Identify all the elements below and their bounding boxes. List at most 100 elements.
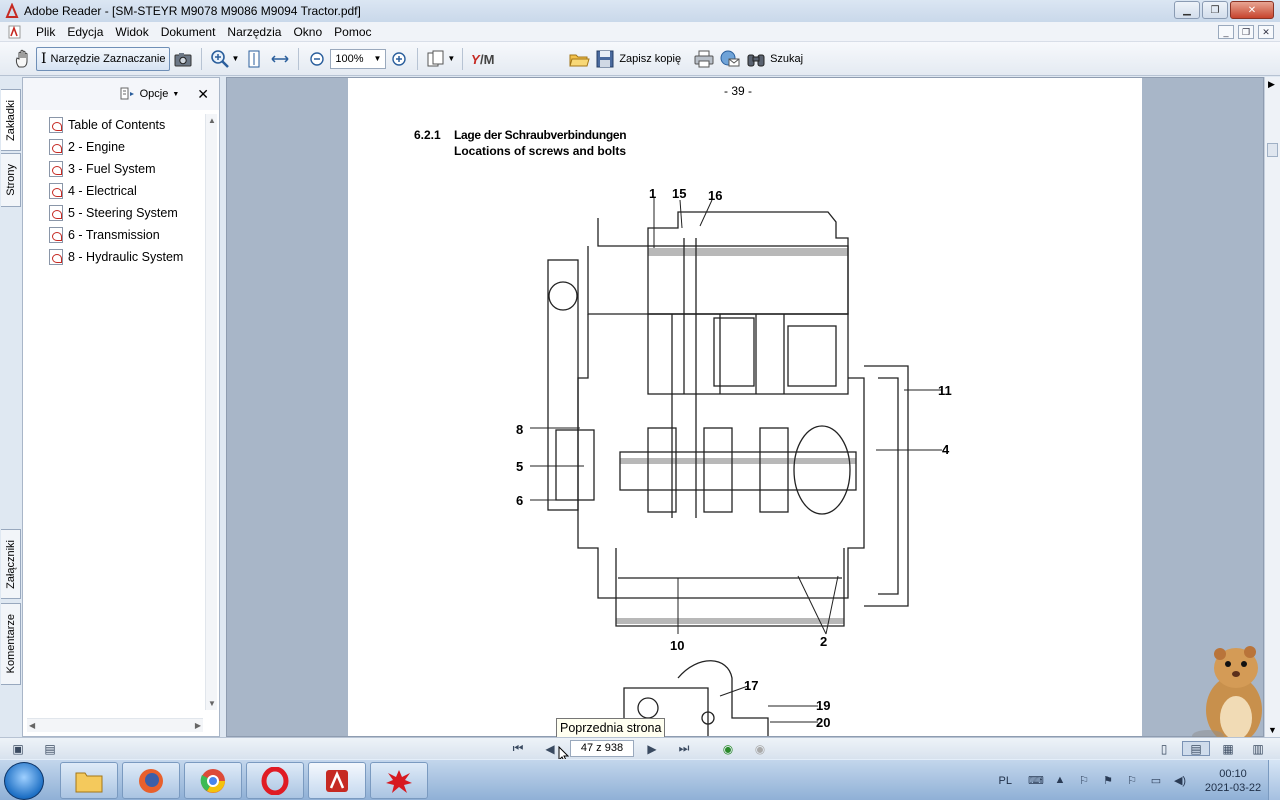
pdf-page: - 39 - 6.2.1 Lage der Schraubverbindunge… [348,78,1142,736]
scroll-down-icon[interactable]: ▼ [208,699,216,708]
save-copy-button[interactable]: Zapisz kopię [594,46,681,72]
scroll-right-icon[interactable]: ▶ [195,721,201,730]
network-icon[interactable]: ▭ [1148,774,1164,788]
tray-app-icon-2[interactable]: ⚑ [1100,774,1116,788]
taskbar-chrome[interactable] [184,762,242,799]
bookmark-item[interactable]: Table of Contents [29,114,205,136]
fit-width-icon [271,54,289,63]
taskbar: PL ⌨ ▲ ⚐ ⚑ ⚐ ▭ ◀) 00:10 2021-03-22 [0,759,1280,800]
bookmark-item[interactable]: 3 - Fuel System [29,158,205,180]
restore-button[interactable]: ❐ [1202,1,1228,19]
tab-comments[interactable]: Komentarze [1,603,21,685]
menu-plik[interactable]: Plik [30,25,61,39]
fit-width-button[interactable] [269,46,291,72]
zoom-tool-button[interactable]: ▼ [209,46,239,72]
volume-icon[interactable]: ◀) [1172,774,1188,788]
close-panel-icon[interactable]: ✕ [197,86,209,103]
clock[interactable]: 00:10 2021-03-22 [1198,767,1268,795]
zoom-out-button[interactable] [306,46,328,72]
options-menu-button[interactable]: Opcje ▼ [120,87,179,101]
print-button[interactable] [693,46,715,72]
scroll-up-icon[interactable]: ▶ [1268,79,1275,90]
scroll-left-icon[interactable]: ◀ [29,721,35,730]
search-button[interactable]: Szukaj [745,46,803,72]
zoom-select[interactable]: 100% ▼ [330,48,387,69]
menu-edycja[interactable]: Edycja [61,25,109,39]
taskbar-splash-app[interactable] [370,762,428,799]
go-back-icon[interactable]: ◉ [720,741,736,756]
hand-tool-button[interactable] [12,46,34,72]
doc-close-button[interactable]: ✕ [1258,25,1274,39]
keyboard-icon[interactable]: ⌨ [1028,774,1044,788]
callout-label: 10 [670,638,684,653]
tab-pages[interactable]: Strony [1,153,21,207]
fit-page-button[interactable] [243,46,265,72]
plugin-logo-button[interactable]: Y /M [470,46,504,72]
tab-bookmarks[interactable]: Zakładki [1,89,21,151]
continuous-facing-icon[interactable]: ▥ [1250,741,1266,756]
printer-icon [694,50,714,67]
menu-narzedzia[interactable]: Narzędzia [221,25,287,39]
continuous-view-icon[interactable]: ▤ [1182,741,1210,756]
bookmark-pdf-icon [49,227,63,243]
select-tool-button[interactable]: I Narzędzie Zaznaczanie [36,46,171,71]
snapshot-tool-button[interactable] [172,46,194,72]
bookmarks-list: Table of Contents 2 - Engine 3 - Fuel Sy… [29,114,205,268]
bookmarks-header: Opcje ▼ ✕ [23,78,219,110]
binoculars-icon [747,54,765,66]
bookmarks-scrollbar[interactable]: ▲ ▼ [205,114,217,710]
bookmark-item[interactable]: 4 - Electrical [29,180,205,202]
single-page-view-icon[interactable]: ▯ [1156,741,1172,756]
callout-label: 20 [816,715,830,730]
language-indicator[interactable]: PL [999,775,1012,787]
go-forward-icon[interactable]: ◉ [752,741,768,756]
next-page-icon[interactable]: ▶ [644,741,660,756]
close-button[interactable]: ✕ [1230,1,1274,19]
minimize-button[interactable]: ▁ [1174,1,1200,19]
previous-page-icon[interactable]: ◀ [542,741,558,756]
menu-dokument[interactable]: Dokument [155,25,222,39]
document-view[interactable]: - 39 - 6.2.1 Lage der Schraubverbindunge… [226,77,1264,737]
taskbar-adobe-reader[interactable] [308,762,366,799]
email-button[interactable] [719,46,741,72]
last-page-icon[interactable]: ⏭ [676,741,692,756]
continuous-icon[interactable]: ▤ [42,741,58,756]
bookmarks-hscrollbar[interactable]: ◀ ▶ [27,718,203,732]
bookmark-item[interactable]: 6 - Transmission [29,224,205,246]
open-button[interactable] [568,46,590,72]
page-indicator[interactable]: 47 z 938 [570,740,634,757]
taskbar-firefox[interactable] [122,762,180,799]
menu-okno[interactable]: Okno [287,25,328,39]
single-page-icon[interactable]: ▣ [10,741,26,756]
document-scrollbar[interactable]: ▶ ▼ [1264,77,1280,737]
show-hidden-icons-icon[interactable]: ▲ [1052,774,1068,788]
scroll-up-icon[interactable]: ▲ [208,116,216,125]
page-layout-button[interactable]: ▼ [425,46,455,72]
scroll-thumb[interactable] [1267,143,1278,157]
folder-open-icon [569,54,590,66]
bookmark-item[interactable]: 5 - Steering System [29,202,205,224]
taskbar-explorer[interactable] [60,762,118,799]
doc-restore-button[interactable]: ❐ [1238,25,1254,39]
flag-icon[interactable]: ⚐ [1124,774,1140,788]
tab-attachments[interactable]: Załączniki [1,529,21,599]
bookmark-item[interactable]: 8 - Hydraulic System [29,246,205,268]
zoom-in-button[interactable] [388,46,410,72]
menu-widok[interactable]: Widok [109,25,154,39]
doc-minimize-button[interactable]: _ [1218,25,1234,39]
facing-view-icon[interactable]: ▦ [1220,741,1236,756]
start-button[interactable] [4,762,44,800]
tab-attachments-label: Załączniki [4,539,17,589]
taskbar-opera[interactable] [246,762,304,799]
adobe-reader-icon [326,769,348,792]
tab-pages-label: Strony [4,164,17,196]
options-label: Opcje [139,88,169,100]
plus-circle-icon [392,51,407,66]
menu-pomoc[interactable]: Pomoc [328,25,377,39]
show-desktop-button[interactable] [1268,760,1280,800]
text-select-icon: I [41,50,47,67]
toolbar: I Narzędzie Zaznaczanie ▼ 100% ▼ ▼ Y /M … [0,42,1280,76]
bookmark-item[interactable]: 2 - Engine [29,136,205,158]
first-page-icon[interactable]: ⏮ [510,741,526,756]
tray-app-icon[interactable]: ⚐ [1076,774,1092,788]
